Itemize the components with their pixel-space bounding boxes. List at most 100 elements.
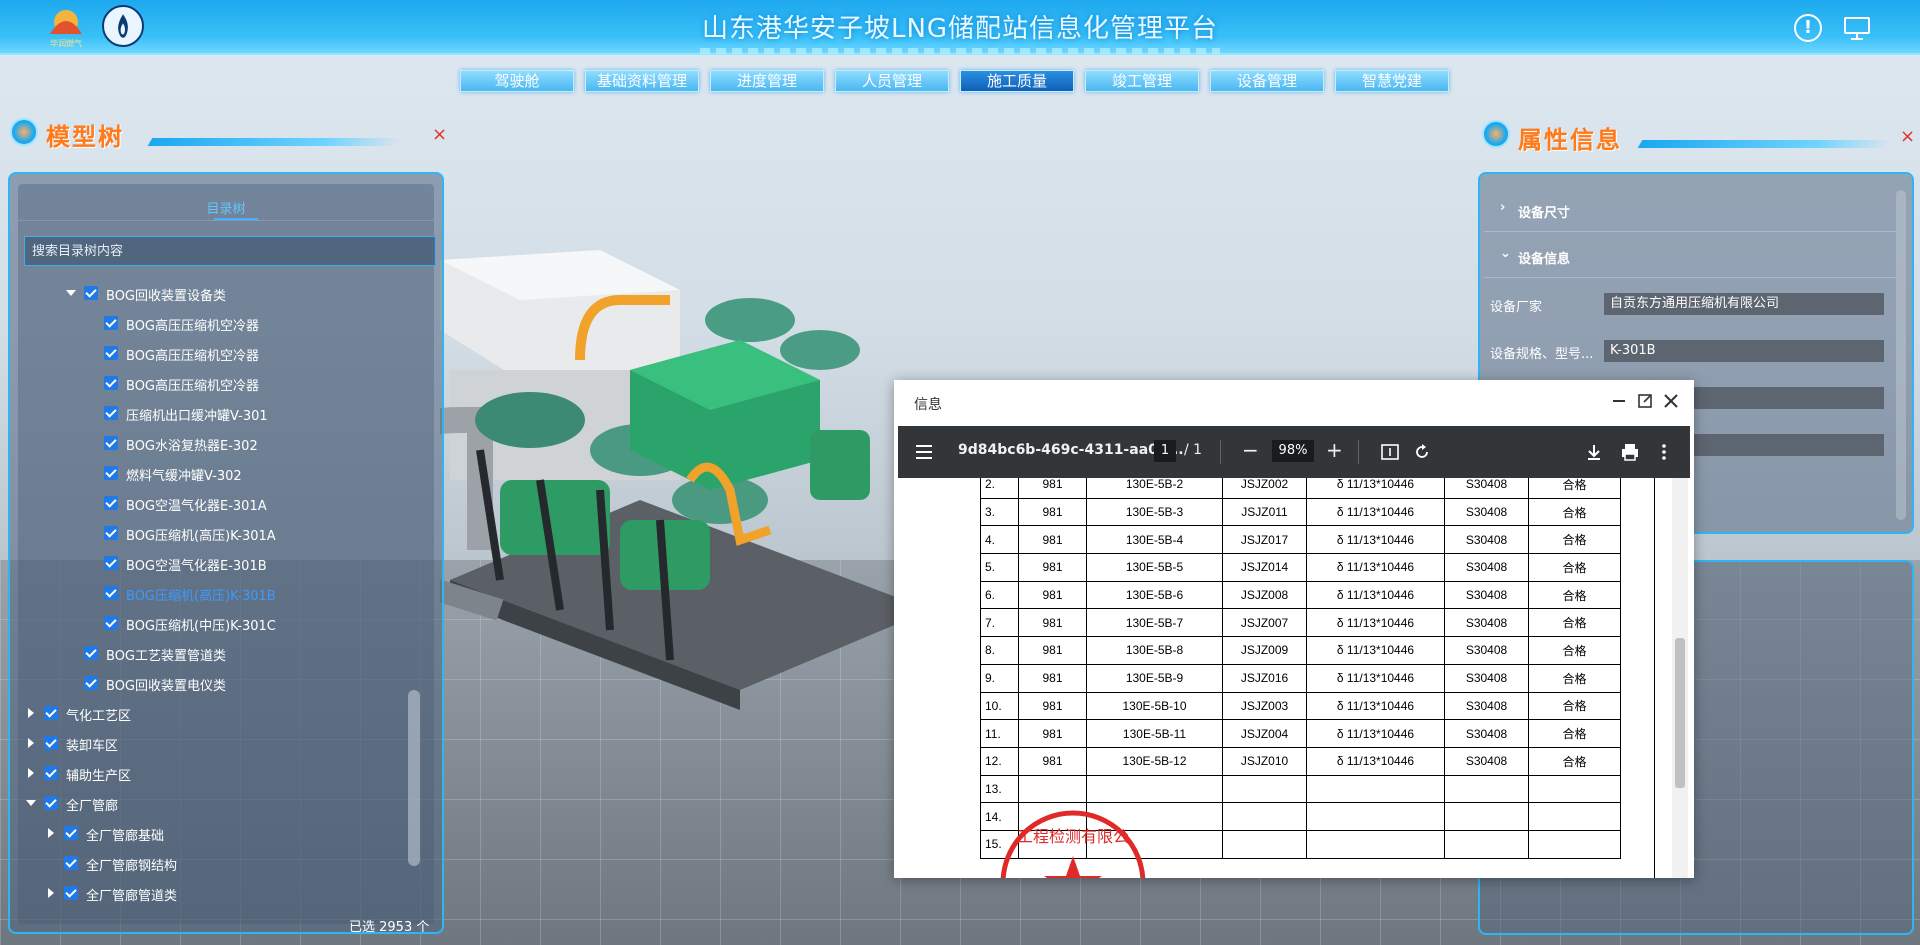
section-device-info[interactable]: ⌄ 设备信息: [1484, 234, 1896, 278]
tree-checkbox[interactable]: [64, 886, 78, 900]
table-cell: [1306, 774, 1445, 804]
tree-checkbox[interactable]: [84, 676, 98, 690]
title-decoration: [700, 48, 1220, 54]
table-cell: 981: [1018, 608, 1087, 638]
tree-checkbox[interactable]: [104, 586, 118, 600]
nav-personnel[interactable]: 人员管理: [835, 70, 949, 92]
properties-close-button[interactable]: ×: [1900, 126, 1915, 147]
tree-checkbox[interactable]: [104, 466, 118, 480]
table-cell: S30408: [1444, 746, 1529, 776]
table-cell: 981: [1018, 553, 1087, 582]
tree-checkbox[interactable]: [84, 646, 98, 660]
download-icon[interactable]: [1584, 442, 1604, 462]
tab-directory-tree[interactable]: 目录树: [18, 198, 434, 217]
tree-node-label: BOG回收装置设备类: [106, 289, 226, 304]
caret-down-icon[interactable]: [66, 290, 76, 296]
tree-node-label: 全厂管廊: [66, 799, 119, 814]
tree-node-label: BOG空温气化器E-301B: [126, 559, 267, 574]
more-options-icon[interactable]: [1654, 442, 1674, 462]
table-cell: [1444, 774, 1529, 804]
nav-cockpit[interactable]: 驾驶舱: [460, 70, 574, 92]
tree-checkbox[interactable]: [104, 556, 118, 570]
tree-node-label: BOG压缩机(高压)K-301A: [126, 529, 276, 544]
model-tree-title: 模型树: [46, 123, 124, 151]
table-cell: 981: [1018, 497, 1087, 527]
tree-checkbox[interactable]: [84, 286, 98, 300]
table-cell: S30408: [1444, 478, 1529, 499]
tree-checkbox[interactable]: [104, 376, 118, 390]
tree-scrollbar[interactable]: [408, 690, 420, 866]
tree-node-label: BOG水浴复热器E-302: [126, 439, 258, 454]
page-number-input[interactable]: 1: [1154, 440, 1176, 462]
nav-progress[interactable]: 进度管理: [710, 70, 824, 92]
table-cell: 8.: [980, 636, 1019, 665]
tree-node-label: BOG高压压缩机空冷器: [126, 379, 259, 394]
fit-page-icon[interactable]: [1380, 442, 1400, 462]
table-cell: [1528, 774, 1621, 804]
tree-checkbox[interactable]: [44, 796, 58, 810]
tree-checkbox[interactable]: [64, 826, 78, 840]
nav-basic-data[interactable]: 基础资料管理: [585, 70, 699, 92]
nav-party-building[interactable]: 智慧党建: [1335, 70, 1449, 92]
table-row: 11. 981 130E-5B-11 JSJZ004 δ 11/13*10446 S304…: [980, 719, 1621, 748]
caret-right-icon[interactable]: [28, 738, 34, 748]
table-cell: 合格: [1528, 478, 1621, 499]
caret-right-icon[interactable]: [48, 888, 54, 898]
tree-checkbox[interactable]: [44, 736, 58, 750]
table-cell: 合格: [1528, 608, 1621, 638]
caret-right-icon[interactable]: [28, 708, 34, 718]
maximize-icon[interactable]: [1634, 390, 1656, 412]
zoom-in-icon[interactable]: +: [1326, 438, 1343, 462]
tree-checkbox[interactable]: [104, 346, 118, 360]
pdf-scrollbar-thumb[interactable]: [1675, 638, 1685, 788]
tree-checkbox[interactable]: [104, 526, 118, 540]
table-cell: δ 11/13*10446: [1306, 636, 1445, 665]
caret-down-icon[interactable]: [26, 800, 36, 806]
tree-checkbox[interactable]: [104, 436, 118, 450]
table-cell: 13.: [980, 774, 1019, 804]
table-cell: S30408: [1444, 525, 1529, 555]
minimize-icon[interactable]: [1608, 390, 1630, 412]
nav-completion[interactable]: 竣工管理: [1085, 70, 1199, 92]
tree-checkbox[interactable]: [44, 706, 58, 720]
table-cell: [1222, 829, 1307, 859]
warning-icon[interactable]: !: [1794, 14, 1822, 42]
nav-construction-quality[interactable]: 施工质量: [960, 70, 1074, 92]
tree-checkbox[interactable]: [64, 856, 78, 870]
close-icon[interactable]: [1660, 390, 1682, 412]
table-cell: 合格: [1528, 719, 1621, 748]
rotate-icon[interactable]: [1412, 442, 1432, 462]
pdf-document-view[interactable]: 2. 981 130E-5B-2 JSJZ002 δ 11/13*10446 S30408…: [898, 478, 1690, 878]
section-device-size[interactable]: › 设备尺寸: [1484, 188, 1896, 232]
nav-equipment[interactable]: 设备管理: [1210, 70, 1324, 92]
tree-checkbox[interactable]: [44, 766, 58, 780]
tree-node-label: 全厂管廊基础: [86, 829, 165, 844]
tree-checkbox[interactable]: [104, 316, 118, 330]
tree-node-label: 装卸车区: [66, 739, 119, 754]
table-cell: 合格: [1528, 497, 1621, 527]
zoom-level[interactable]: 98%: [1272, 440, 1314, 462]
table-cell: JSJZ010: [1222, 746, 1307, 776]
app-header: 华润燃气 山东港华安子坡LNG储配站信息化管理平台 !: [0, 0, 1920, 55]
monitor-icon[interactable]: [1843, 14, 1871, 42]
3d-model-viewport[interactable]: [440, 250, 930, 750]
table-cell: 合格: [1528, 663, 1621, 693]
table-cell: JSJZ004: [1222, 719, 1307, 748]
tree-checkbox[interactable]: [104, 406, 118, 420]
print-icon[interactable]: [1620, 442, 1640, 462]
table-cell: 130E-5B-10: [1086, 691, 1223, 721]
model-tree-close-button[interactable]: ×: [432, 124, 447, 145]
menu-icon[interactable]: [914, 442, 934, 462]
zoom-out-icon[interactable]: −: [1242, 438, 1259, 462]
caret-right-icon[interactable]: [28, 768, 34, 778]
table-cell: 130E-5B-8: [1086, 636, 1223, 665]
properties-logo-icon: [1482, 120, 1510, 148]
tree-checkbox[interactable]: [104, 616, 118, 630]
tree-search-input[interactable]: [24, 236, 436, 266]
tree-checkbox[interactable]: [104, 496, 118, 510]
properties-scrollbar[interactable]: [1896, 190, 1906, 520]
table-row: 8. 981 130E-5B-8 JSJZ009 δ 11/13*10446 S30408…: [980, 636, 1621, 665]
table-cell: S30408: [1444, 719, 1529, 748]
table-cell: 合格: [1528, 746, 1621, 776]
caret-right-icon[interactable]: [48, 828, 54, 838]
